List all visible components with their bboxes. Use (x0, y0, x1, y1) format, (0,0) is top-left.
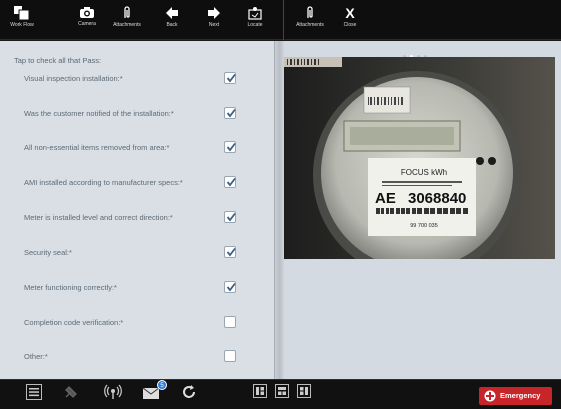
layout-right-icon[interactable] (297, 384, 311, 398)
workflow-label: Work Flow (10, 22, 34, 28)
attachments-button-right[interactable]: Attachments (290, 0, 330, 40)
wireless-signal-icon[interactable] (104, 384, 122, 400)
toolbar-separator (283, 0, 284, 40)
camera-label: Camera (78, 21, 96, 27)
workflow-icon (14, 6, 30, 20)
meter-brand: FOCUS kWh (401, 168, 447, 177)
locate-label: Locate (247, 22, 263, 28)
checkmark-icon (226, 177, 236, 187)
close-button[interactable]: X Close (330, 0, 370, 40)
checkbox-checked[interactable] (224, 281, 236, 293)
checkbox-checked[interactable] (224, 211, 236, 223)
back-button[interactable]: Back (152, 0, 192, 40)
mail-badge: 5 (157, 380, 167, 390)
checkmark-icon (226, 212, 236, 222)
meter-subnumber: 99 700 035 (410, 223, 438, 229)
camera-button[interactable]: Camera (67, 0, 107, 40)
checkmark-icon (226, 247, 236, 257)
checklist-panel (10, 41, 274, 379)
checklist-item-label: All non-essential items removed from are… (24, 143, 170, 152)
emergency-button[interactable]: Emergency (479, 387, 552, 405)
left-panel-edge (0, 41, 10, 379)
panel-divider[interactable] (274, 41, 284, 379)
layout-split-icon[interactable] (275, 384, 289, 398)
close-label: Close (343, 22, 357, 28)
emergency-icon (484, 390, 496, 402)
checklist-item-label: Was the customer notified of the install… (24, 109, 174, 118)
checkmark-icon (226, 108, 236, 118)
next-button[interactable]: Next (194, 0, 234, 40)
paperclip-icon (124, 6, 130, 18)
checklist-item-label: Other:* (24, 352, 48, 361)
checkbox-unchecked[interactable] (224, 316, 236, 328)
arrow-right-icon (208, 7, 220, 19)
top-toolbar: Work Flow Camera Attachments Back Next L… (0, 0, 561, 40)
attachments-right-label: Attachments (296, 22, 324, 28)
checkbox-checked[interactable] (224, 141, 236, 153)
attachments-label: Attachments (113, 22, 141, 28)
workflow-button[interactable]: Work Flow (2, 0, 42, 40)
checkbox-checked[interactable] (224, 72, 236, 84)
arrow-left-icon (166, 7, 178, 19)
camera-icon (80, 7, 94, 18)
layout-left-icon[interactable] (253, 384, 267, 398)
next-label: Next (208, 22, 220, 28)
satellite-icon[interactable] (63, 384, 79, 400)
checkbox-checked[interactable] (224, 107, 236, 119)
checkbox-unchecked[interactable] (224, 350, 236, 362)
checkbox-checked[interactable] (224, 246, 236, 258)
meter-photo[interactable]: FOCUS kWh AE 3068840 99 700 035 (284, 57, 555, 259)
back-label: Back (166, 22, 178, 28)
checkmark-icon (226, 282, 236, 292)
close-icon: X (345, 5, 355, 21)
checklist-item-label: Completion code verification:* (24, 318, 124, 327)
checklist-item-label: AMI installed according to manufacturer … (24, 178, 183, 187)
emergency-label: Emergency (500, 391, 541, 400)
list-menu-icon[interactable] (26, 384, 42, 400)
checkmark-icon (226, 73, 236, 83)
meter-number: 3068840 (408, 190, 466, 207)
checklist-item-label: Meter functioning correctly:* (24, 283, 117, 292)
checklist-item-label: Visual inspection installation:* (24, 74, 123, 83)
checklist-heading: Tap to check all that Pass: (14, 56, 102, 65)
checklist-item-label: Meter is installed level and correct dir… (24, 213, 173, 222)
refresh-icon[interactable] (181, 384, 197, 400)
checkbox-checked[interactable] (224, 176, 236, 188)
locate-icon (248, 7, 262, 20)
checklist-item-label: Security seal:* (24, 248, 72, 257)
paperclip-icon (307, 6, 313, 18)
meter-image: FOCUS kWh AE 3068840 99 700 035 (284, 57, 555, 259)
checkmark-icon (226, 142, 236, 152)
attachments-button[interactable]: Attachments (107, 0, 147, 40)
meter-prefix: AE (375, 190, 396, 207)
locate-button[interactable]: Locate (235, 0, 275, 40)
